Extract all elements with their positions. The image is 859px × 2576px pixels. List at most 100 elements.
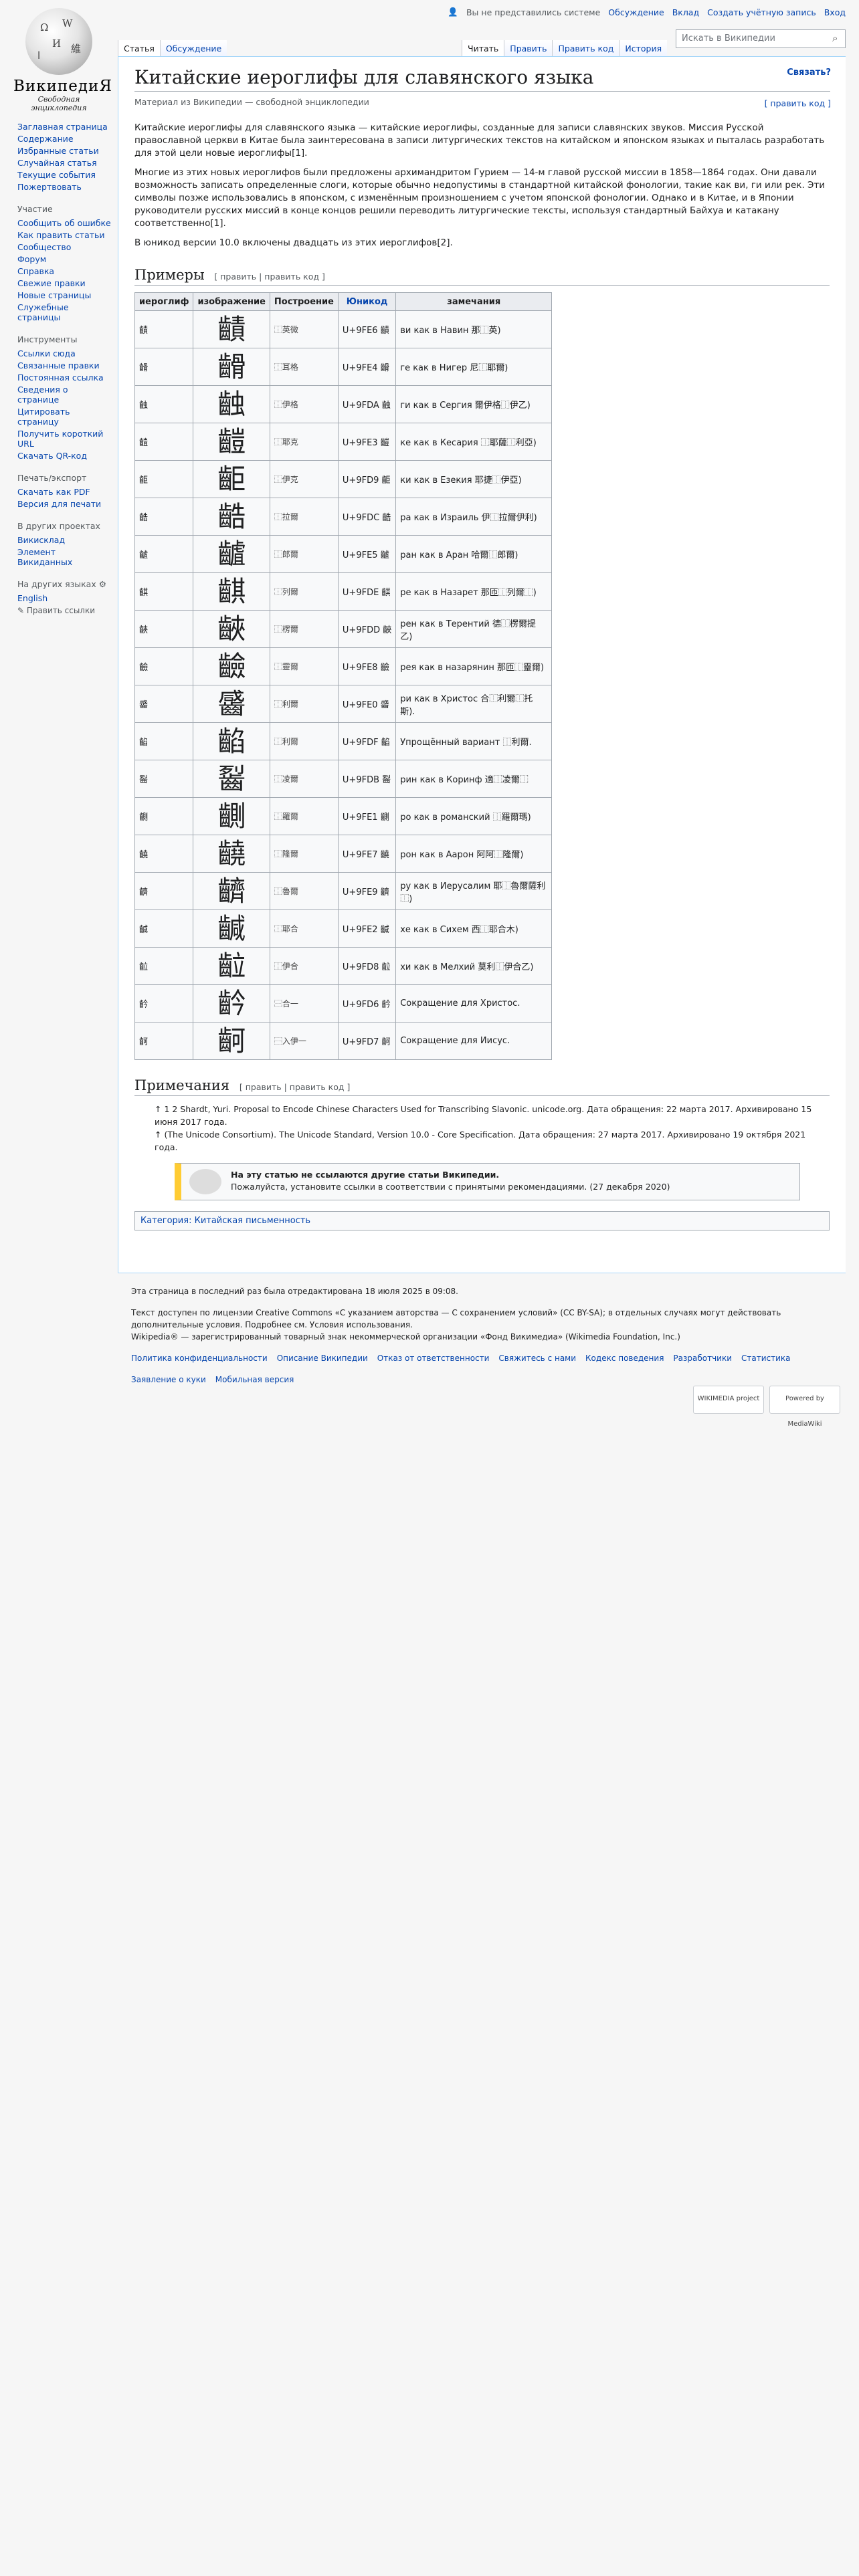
sidebar-tools-item-2[interactable]: Постоянная ссылка <box>17 372 111 383</box>
sidebar-project-item-1[interactable]: Элемент Викиданных <box>17 547 111 567</box>
namespace-tabs: Статья Обсуждение <box>118 33 227 56</box>
wikipedia-logo[interactable]: ΩW И維 ا ВикипедиЯ Свободная энциклопедия <box>13 8 112 112</box>
glyph-cell: 䶣 <box>134 423 194 461</box>
composition-cell: ⿰耶克 <box>269 423 339 461</box>
sidebar-project-item-0[interactable]: Викисклад <box>17 535 111 545</box>
image-cell: 䶨 <box>193 647 270 685</box>
unicode-cell: U+9FE1 䶡 <box>337 797 397 835</box>
wordmark: ВикипедиЯ <box>13 78 112 95</box>
note-cell: рен как в Терентий 德⿰楞爾提乙) <box>395 610 553 648</box>
edit-code-link[interactable]: [ править код ] <box>765 98 831 108</box>
sidebar-participation-item-4[interactable]: Справка <box>17 266 111 276</box>
wikimedia-badge[interactable]: WIKIMEDIA project <box>693 1386 764 1414</box>
unicode-paragraph: В юникод версии 10.0 включены двадцать и… <box>134 237 453 248</box>
search-icon[interactable]: ⌕ <box>832 32 838 44</box>
sidebar-tools-item-3[interactable]: Сведения о странице <box>17 385 111 405</box>
sidebar-heading-print: Печать/экспорт <box>17 473 87 483</box>
tab-history[interactable]: История <box>619 40 668 56</box>
footer-link-2[interactable]: Отказ от ответственности <box>377 1354 490 1363</box>
sidebar-participation-item-0[interactable]: Сообщить об ошибке <box>17 218 111 228</box>
footer-link-1[interactable]: Описание Википедии <box>277 1354 368 1363</box>
sidebar-participation-item-3[interactable]: Форум <box>17 254 111 264</box>
footer-link-6[interactable]: Статистика <box>741 1354 791 1363</box>
sidebar-heading-languages: На других языках <box>17 579 96 589</box>
section-examples-edit[interactable]: [ править | править код ] <box>214 272 325 282</box>
footer-links: Политика конфиденциальности Описание Вики… <box>131 1352 840 1364</box>
gear-icon[interactable]: ⚙ <box>99 579 106 589</box>
footer-secondary-link-0[interactable]: Заявление о куки <box>131 1375 206 1384</box>
note-cell: Сокращение для Христос. <box>395 984 553 1023</box>
sidebar-participation-item-5[interactable]: Свежие правки <box>17 278 111 288</box>
sidebar-print-item-1[interactable]: Версия для печати <box>17 499 111 509</box>
image-cell: 䶧 <box>193 835 270 873</box>
sidebar-tools-item-4[interactable]: Цитировать страницу <box>17 407 111 427</box>
sidebar-nav-item-0[interactable]: Заглавная страница <box>17 122 111 132</box>
sidebar-nav-item-2[interactable]: Избранные статьи <box>17 146 111 156</box>
tab-edit[interactable]: Править <box>504 40 553 56</box>
table-row: 䶦䶦⿰英微 U+9FE6 䶦 ви как в Навин 那⿰英) <box>134 310 553 348</box>
last-edited: Эта страница в последний раз была отреда… <box>131 1287 458 1296</box>
image-cell: 䶩 <box>193 872 270 910</box>
unicode-cell: U+9FE0 䶠 <box>337 685 397 723</box>
note-cell: ре как в Назарет 那匝⿰列爾⿰) <box>395 572 553 611</box>
contrib-link[interactable]: Вклад <box>672 7 699 17</box>
page-title: Китайские иероглифы для славянского язык… <box>134 66 830 92</box>
glyph-cell: 䶘 <box>134 947 194 985</box>
sidebar-nav-item-1[interactable]: Содержание <box>17 134 111 144</box>
image-cell: 䶘 <box>193 947 270 985</box>
sidebar-tools-item-6[interactable]: Скачать QR-код <box>17 451 111 461</box>
section-examples-title: Примеры <box>134 267 205 283</box>
tab-editcode[interactable]: Править код <box>552 40 619 56</box>
section-notes-edit[interactable]: [ править | править код ] <box>240 1082 351 1092</box>
search-input[interactable]: Искать в Википедии <box>676 29 846 48</box>
sidebar-nav-item-3[interactable]: Случайная статья <box>17 158 111 168</box>
sidebar-nav-item-5[interactable]: Пожертвовать <box>17 182 111 192</box>
sidebar-heading-participation: Участие <box>17 204 53 214</box>
globe-icon: ΩW И維 ا <box>25 8 92 75</box>
footer-link-4[interactable]: Кодекс поведения <box>585 1354 664 1363</box>
sidebar-tools-item-0[interactable]: Ссылки сюда <box>17 348 111 358</box>
footer-link-5[interactable]: Разработчики <box>673 1354 732 1363</box>
table-row: 䶟䶟⿰利爾 U+9FDF 䶟 Упрощённый вариант ⿰利爾. <box>134 722 553 760</box>
tab-talk[interactable]: Обсуждение <box>159 40 227 56</box>
license-text: Текст доступен по лицензии Creative Comm… <box>131 1308 781 1329</box>
glyph-table: иероглиф изображение Построение Юникод замеч… <box>134 292 553 1060</box>
unicode-cell: U+9FDA 䶚 <box>337 385 397 423</box>
sidebar-tools-item-5[interactable]: Получить короткий URL <box>17 429 111 449</box>
unicode-cell: U+9FDE 䶞 <box>337 572 397 611</box>
unicode-cell: U+9FE9 䶩 <box>337 872 397 910</box>
sidebar-tools-item-1[interactable]: Связанные правки <box>17 360 111 370</box>
table-row: 䶞䶞⿰列爾 U+9FDE 䶞 ре как в Назарет 那匝⿰列爾⿰) <box>134 572 553 611</box>
composition-cell: ⿰魯爾 <box>269 872 339 910</box>
tab-article[interactable]: Статья <box>118 40 160 56</box>
sidebar-participation-item-7[interactable]: Служебные страницы <box>17 302 111 322</box>
tab-read[interactable]: Читать <box>462 40 504 56</box>
note-cell: ран как в Аран 哈爾⿰郎爾) <box>395 535 553 573</box>
sidebar-print-item-0[interactable]: Скачать как PDF <box>17 487 111 497</box>
sidebar-participation-item-2[interactable]: Сообщество <box>17 242 111 252</box>
personal-talk-link[interactable]: Обсуждение <box>608 7 664 17</box>
edit-links-link[interactable]: ✎ Править ссылки <box>17 606 95 615</box>
note-cell: ра как в Израиль 伊⿰拉爾伊利) <box>395 498 553 536</box>
glyph-cell: 䶙 <box>134 460 194 498</box>
create-account-link[interactable]: Создать учётную запись <box>707 7 816 17</box>
composition-cell: ⿰列爾 <box>269 572 339 611</box>
footer-secondary-link-1[interactable]: Мобильная версия <box>215 1375 294 1384</box>
sidebar-participation-item-6[interactable]: Новые страницы <box>17 290 111 300</box>
image-cell: 䶡 <box>193 797 270 835</box>
connect-link[interactable]: Связать? <box>787 68 831 78</box>
footer-link-0[interactable]: Политика конфиденциальности <box>131 1354 268 1363</box>
sidebar-participation-item-1[interactable]: Как править статьи <box>17 230 111 240</box>
glyph-cell: 䶜 <box>134 498 194 536</box>
login-link[interactable]: Вход <box>824 7 846 17</box>
glyph-cell: 䶢 <box>134 909 194 948</box>
sidebar-nav-item-4[interactable]: Текущие события <box>17 170 111 180</box>
footer-link-3[interactable]: Свяжитесь с нами <box>498 1354 576 1363</box>
glyph-cell: 䶛 <box>134 760 194 798</box>
composition-cell: ⿰伊合 <box>269 947 339 985</box>
category-link[interactable]: Категория: Китайская письменность <box>140 1216 310 1226</box>
mediawiki-badge[interactable]: Powered by MediaWiki <box>769 1386 840 1428</box>
note-cell: ро как в романский ⿰羅爾瑪) <box>395 797 553 835</box>
sidebar-language-item-0[interactable]: English <box>17 593 111 603</box>
trademark-text: Wikipedia® — зарегистрированный товарный… <box>131 1332 680 1341</box>
